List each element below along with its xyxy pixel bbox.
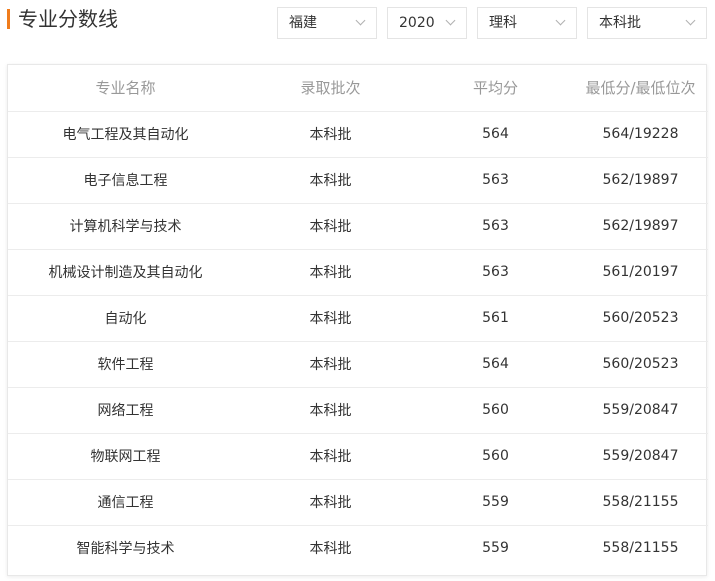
subject-selected: 理科 xyxy=(489,15,517,31)
min-score-rank: 560/20523 xyxy=(573,341,708,388)
average-score: 560 xyxy=(418,387,573,434)
min-score-rank: 562/19897 xyxy=(573,157,708,204)
year-selected: 2020 xyxy=(399,15,435,31)
table-row: 自动化 本科批 561 560/20523 xyxy=(8,295,708,342)
province-selected: 福建 xyxy=(289,15,317,31)
min-score-rank: 559/20847 xyxy=(573,433,708,480)
major-name: 电气工程及其自动化 xyxy=(8,111,243,158)
score-table-container: 专业名称 录取批次 平均分 最低分/最低位次 电气工程及其自动化 本科批 564… xyxy=(7,64,708,576)
table-row: 电子信息工程 本科批 563 562/19897 xyxy=(8,157,708,204)
column-header-min-score-rank: 最低分/最低位次 xyxy=(573,65,708,112)
table-row: 软件工程 本科批 564 560/20523 xyxy=(8,341,708,388)
major-name: 通信工程 xyxy=(8,479,243,526)
table-row: 通信工程 本科批 559 558/21155 xyxy=(8,479,708,526)
province-dropdown[interactable]: 福建 xyxy=(277,7,377,39)
average-score: 563 xyxy=(418,203,573,250)
min-score-rank: 560/20523 xyxy=(573,295,708,342)
admission-batch: 本科批 xyxy=(243,111,418,158)
table-row: 物联网工程 本科批 560 559/20847 xyxy=(8,433,708,480)
min-score-rank: 558/21155 xyxy=(573,479,708,526)
admission-batch: 本科批 xyxy=(243,157,418,204)
table-row: 网络工程 本科批 560 559/20847 xyxy=(8,387,708,434)
min-score-rank: 558/21155 xyxy=(602,540,679,557)
major-name: 物联网工程 xyxy=(8,433,243,480)
average-score: 564 xyxy=(418,111,573,158)
score-table: 专业名称 录取批次 平均分 最低分/最低位次 电气工程及其自动化 本科批 564… xyxy=(8,65,708,571)
admission-batch: 本科批 xyxy=(243,249,418,296)
chevron-down-icon xyxy=(355,15,366,26)
batch-selected: 本科批 xyxy=(599,15,641,31)
table-row: 智能科学与技术 本科批 559 558/21155 xyxy=(8,525,708,571)
table-row: 电气工程及其自动化 本科批 564 564/19228 xyxy=(8,111,708,158)
batch-dropdown[interactable]: 本科批 xyxy=(587,7,707,39)
major-name: 智能科学与技术 xyxy=(76,541,175,558)
title-accent-bar xyxy=(7,9,10,29)
column-header-major: 专业名称 xyxy=(8,65,243,112)
average-score: 560 xyxy=(418,433,573,480)
admission-batch: 本科批 xyxy=(243,433,418,480)
column-header-batch: 录取批次 xyxy=(243,65,418,112)
chevron-down-icon xyxy=(445,15,456,26)
min-score-rank: 561/20197 xyxy=(573,249,708,296)
major-name: 自动化 xyxy=(8,295,243,342)
table-row: 计算机科学与技术 本科批 563 562/19897 xyxy=(8,203,708,250)
admission-batch: 本科批 xyxy=(243,203,418,250)
average-score: 559 xyxy=(482,540,509,557)
average-score: 563 xyxy=(418,249,573,296)
subject-dropdown[interactable]: 理科 xyxy=(477,7,577,39)
average-score: 559 xyxy=(418,479,573,526)
chevron-down-icon xyxy=(685,15,696,26)
major-name: 网络工程 xyxy=(8,387,243,434)
table-row: 机械设计制造及其自动化 本科批 563 561/20197 xyxy=(8,249,708,296)
page-title: 专业分数线 xyxy=(18,7,118,31)
min-score-rank: 562/19897 xyxy=(573,203,708,250)
major-name: 机械设计制造及其自动化 xyxy=(8,249,243,296)
admission-batch: 本科批 xyxy=(309,541,352,558)
major-name: 电子信息工程 xyxy=(8,157,243,204)
year-dropdown[interactable]: 2020 xyxy=(387,7,467,39)
admission-batch: 本科批 xyxy=(243,387,418,434)
chevron-down-icon xyxy=(555,15,566,26)
average-score: 564 xyxy=(418,341,573,388)
admission-batch: 本科批 xyxy=(243,479,418,526)
column-header-average: 平均分 xyxy=(418,65,573,112)
admission-batch: 本科批 xyxy=(243,295,418,342)
min-score-rank: 559/20847 xyxy=(573,387,708,434)
min-score-rank: 564/19228 xyxy=(573,111,708,158)
page-header: 专业分数线 福建 2020 理科 本科批 xyxy=(0,0,715,52)
admission-batch: 本科批 xyxy=(243,341,418,388)
average-score: 563 xyxy=(418,157,573,204)
table-header-row: 专业名称 录取批次 平均分 最低分/最低位次 xyxy=(8,65,708,112)
major-name: 软件工程 xyxy=(8,341,243,388)
major-name: 计算机科学与技术 xyxy=(8,203,243,250)
average-score: 561 xyxy=(418,295,573,342)
